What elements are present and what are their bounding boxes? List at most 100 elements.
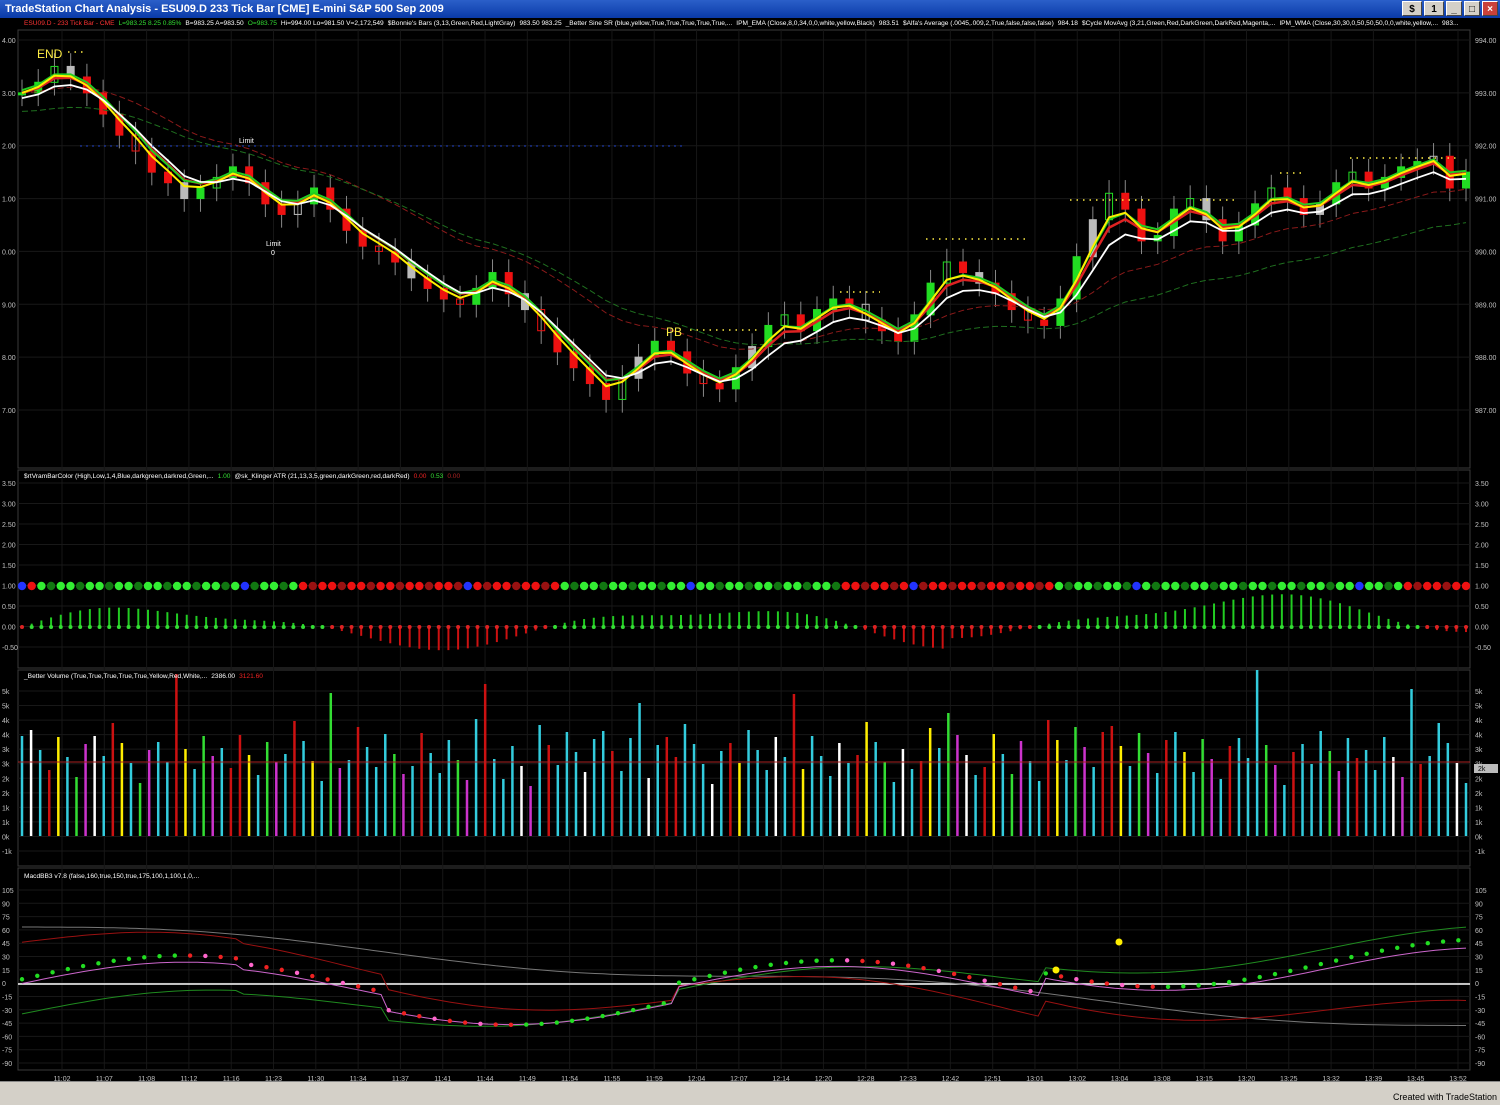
left-axis-label: -0.50 xyxy=(2,645,18,652)
volume-panel[interactable] xyxy=(18,670,1498,836)
macd-panel[interactable] xyxy=(18,926,1470,1028)
close-button[interactable]: × xyxy=(1482,1,1498,16)
vram-dot xyxy=(512,581,521,591)
panel-frame xyxy=(17,469,1471,669)
klinger-zero-dot xyxy=(145,625,150,629)
vram-dot xyxy=(793,581,802,591)
price-panel[interactable] xyxy=(18,51,1470,413)
vram-dot xyxy=(269,581,279,591)
vram-dot xyxy=(327,581,337,591)
macd-dot xyxy=(1303,965,1308,970)
right-axis-label: 2k xyxy=(1475,776,1483,783)
vram-dot xyxy=(608,581,618,591)
klinger-zero-dot xyxy=(1318,625,1323,629)
klinger-zero-dot xyxy=(29,625,34,629)
klinger-zero-dot xyxy=(1095,625,1100,629)
klinger-zero-dot xyxy=(417,625,422,629)
klinger-zero-dot xyxy=(892,625,897,629)
macd-dot xyxy=(1104,981,1110,986)
interval-dropdown-button[interactable]: 1 xyxy=(1424,1,1444,16)
klinger-zero-dot xyxy=(950,625,955,629)
macd-signal-marker xyxy=(1115,938,1123,946)
indicator-info-item: 0.00 xyxy=(414,473,427,480)
vram-dot xyxy=(725,581,734,591)
macd-dot xyxy=(951,971,957,977)
indicator-info-text: MacdBB3 v7.8 (false,160,true,150,true,17… xyxy=(24,873,199,880)
maximize-button[interactable]: □ xyxy=(1464,1,1480,16)
vram-dot xyxy=(85,581,95,591)
vram-dot xyxy=(17,581,27,591)
klinger-zero-dot xyxy=(979,625,984,629)
klinger-zero-dot xyxy=(727,625,732,629)
klinger-zero-dot xyxy=(427,625,432,629)
klinger-zero-dot xyxy=(960,625,965,629)
macd-band-green xyxy=(21,926,1467,1027)
klinger-panel[interactable] xyxy=(17,581,1471,651)
vram-dot xyxy=(260,581,269,591)
left-axis-label: -15 xyxy=(2,994,12,1001)
klinger-zero-dot xyxy=(1153,625,1158,629)
vram-dot xyxy=(1267,581,1277,591)
macd-dot xyxy=(722,970,728,975)
klinger-zero-dot xyxy=(1376,625,1381,629)
macd-dot xyxy=(753,964,758,970)
klinger-zero-dot xyxy=(1066,625,1071,629)
indicator-info-item: _Better Sine SR (blue,yellow,True,True,T… xyxy=(565,20,733,27)
klinger-zero-dot xyxy=(184,625,189,629)
klinger-zero-dot xyxy=(1018,625,1023,629)
macd-dot xyxy=(768,962,773,968)
klinger-zero-dot xyxy=(1386,625,1391,629)
pb-label: PB xyxy=(666,325,682,339)
vram-dot xyxy=(356,581,366,591)
klinger-zero-dot xyxy=(223,625,228,629)
window-controls: $ 1 _ □ × xyxy=(1402,1,1498,16)
vram-dot xyxy=(744,581,754,591)
klinger-zero-dot xyxy=(543,625,548,629)
macd-dot xyxy=(631,1007,636,1013)
vram-dot xyxy=(909,581,918,591)
macd-dot xyxy=(157,954,162,959)
symbol-dropdown-button[interactable]: $ xyxy=(1402,1,1422,16)
vram-dot xyxy=(347,581,356,591)
vram-dot xyxy=(831,581,841,591)
window-title-bar[interactable]: TradeStation Chart Analysis - ESU09.D 23… xyxy=(0,0,1500,18)
vram-dot xyxy=(822,581,831,591)
right-axis-label: 988.00 xyxy=(1475,355,1497,362)
vram-dot xyxy=(715,581,724,591)
klinger-zero-dot xyxy=(1367,625,1372,629)
vram-dot xyxy=(1345,581,1354,591)
minimize-button[interactable]: _ xyxy=(1446,1,1462,16)
left-axis-label: 3.00 xyxy=(2,502,16,509)
klinger-zero-dot xyxy=(213,625,218,629)
indicator-info-item: 1.00 xyxy=(218,473,231,480)
klinger-zero-dot xyxy=(388,625,393,629)
macd-dot xyxy=(233,956,239,961)
klinger-zero-dot xyxy=(456,625,461,629)
klinger-zero-dot xyxy=(494,625,499,629)
macd-dot xyxy=(508,1022,514,1028)
left-axis-label: 1.50 xyxy=(2,563,16,570)
macd-dot xyxy=(35,973,40,978)
vram-dot xyxy=(618,581,628,591)
macd-dot xyxy=(1211,981,1217,987)
klinger-zero-dot xyxy=(359,625,364,629)
klinger-zero-dot xyxy=(175,625,180,629)
left-axis-label: 0.00 xyxy=(2,249,16,256)
klinger-zero-dot xyxy=(116,625,121,629)
macd-dot xyxy=(1410,943,1415,948)
right-axis-label: 3.50 xyxy=(1475,481,1489,488)
klinger-zero-dot xyxy=(1241,625,1246,629)
vram-dot xyxy=(812,581,821,591)
chart-area[interactable]: 11:02 11:07 11:08 11:12 11:16 11:23 11:30 11:34… xyxy=(0,18,1500,1091)
macd-dot xyxy=(615,1011,621,1016)
klinger-zero-dot xyxy=(1464,625,1468,629)
klinger-zero-dot xyxy=(1338,625,1343,629)
vram-dot xyxy=(1200,581,1209,591)
right-axis-label: -1k xyxy=(1475,849,1485,856)
vram-dot xyxy=(841,581,850,591)
indicator-info-item: $Cycle MovAvg (3,21,Green,Red,DarkGreen,… xyxy=(1082,20,1276,27)
klinger-zero-dot xyxy=(485,625,490,629)
right-axis-label: -45 xyxy=(1475,1021,1485,1028)
right-axis-label: 5k xyxy=(1475,704,1483,711)
right-axis-label: 1k xyxy=(1475,820,1483,827)
